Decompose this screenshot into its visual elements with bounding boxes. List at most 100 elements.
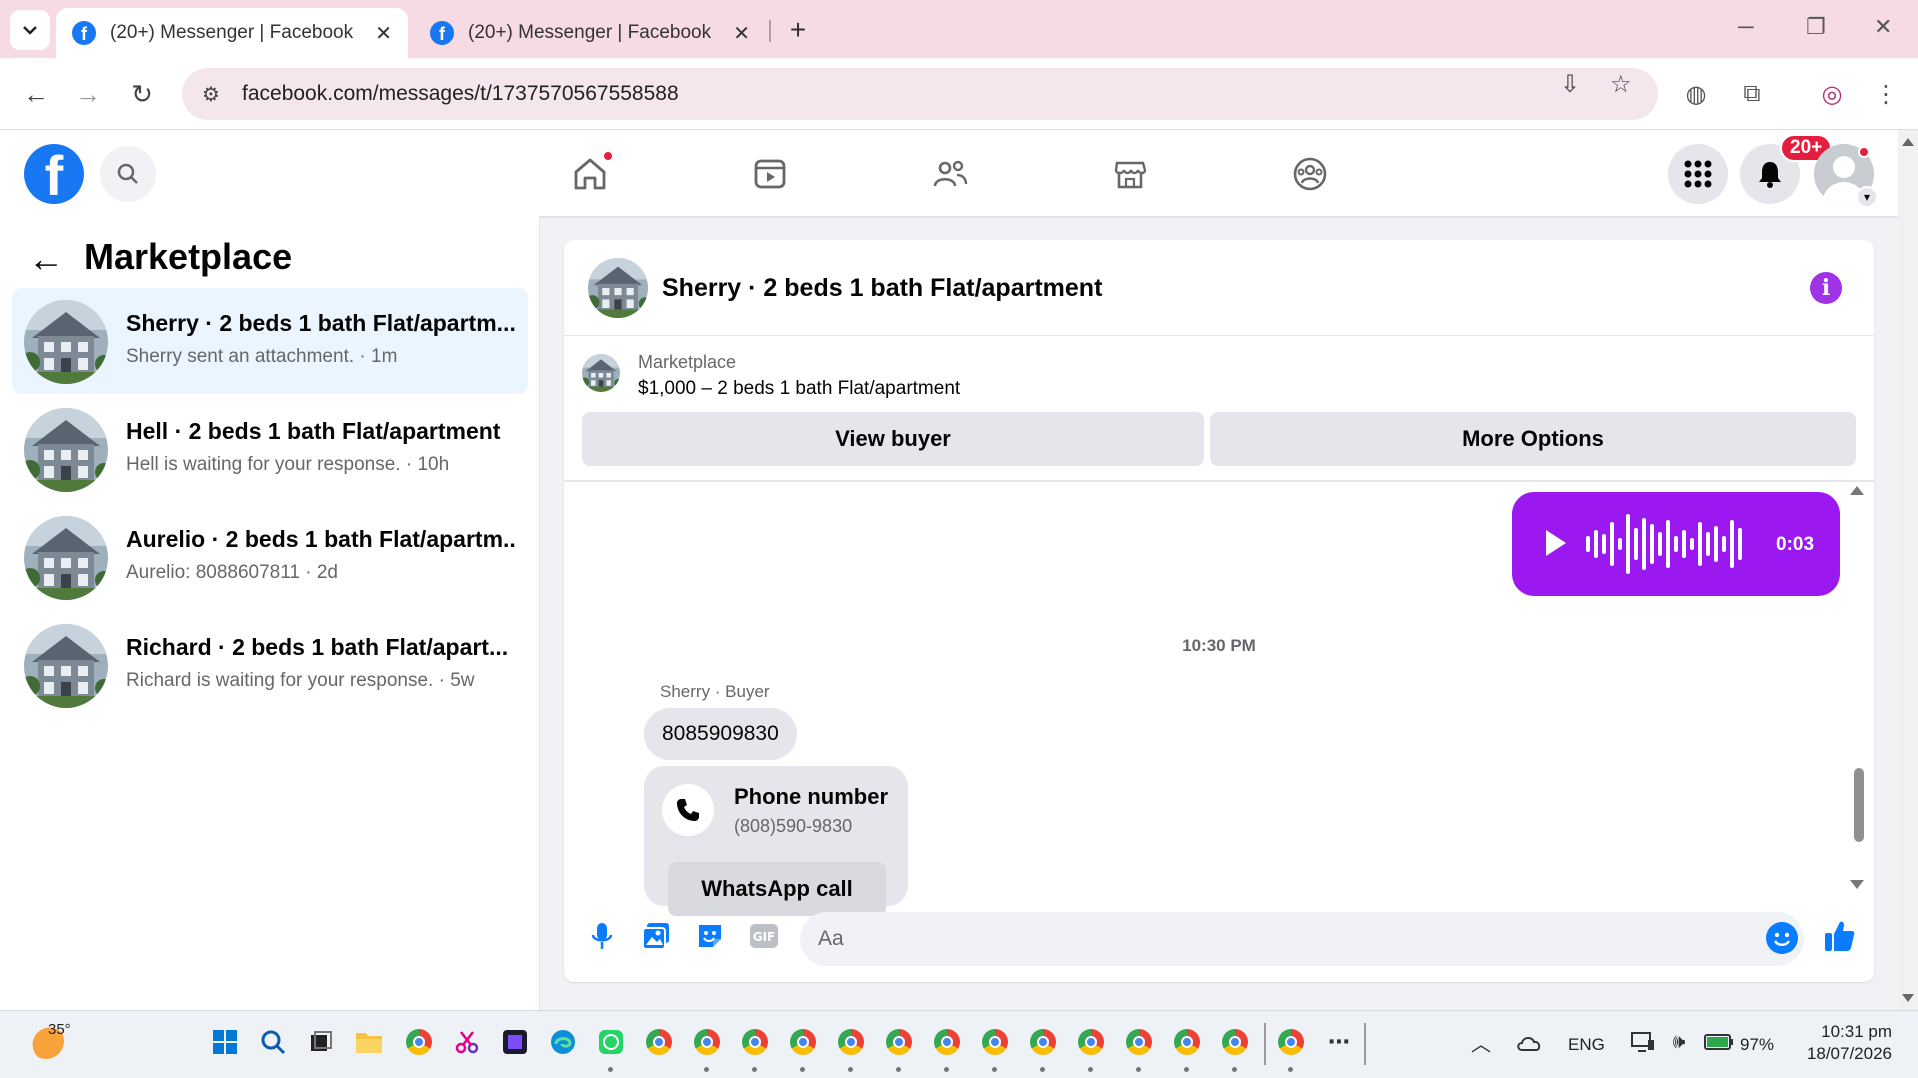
play-icon[interactable] xyxy=(1546,530,1566,556)
app-icon-purple[interactable] xyxy=(500,1027,530,1057)
snipping-tool-icon[interactable] xyxy=(452,1027,482,1057)
chevron-up-icon[interactable]: ︿ xyxy=(1466,1027,1496,1057)
nav-friends[interactable] xyxy=(922,148,978,200)
nav-groups[interactable] xyxy=(1282,148,1338,200)
forward-icon[interactable]: → xyxy=(68,74,108,114)
chrome-profile-icon[interactable] xyxy=(884,1027,914,1072)
kebab-menu-icon[interactable]: ⋮ xyxy=(1866,74,1906,114)
browser-tab-active[interactable]: f (20+) Messenger | Facebook ✕ xyxy=(56,8,408,58)
message-composer: GIF xyxy=(564,896,1874,982)
message-bubble[interactable]: 8085909830 xyxy=(644,708,797,760)
globe-icon[interactable]: ◍ xyxy=(1676,74,1716,114)
profile-icon[interactable]: ◎ xyxy=(1812,74,1852,114)
running-indicator xyxy=(1184,1067,1189,1072)
chrome-profile-icon[interactable] xyxy=(740,1027,770,1072)
view-buyer-button[interactable]: View buyer xyxy=(582,412,1204,466)
battery-icon[interactable] xyxy=(1704,1027,1734,1057)
nav-marketplace[interactable] xyxy=(1102,148,1158,200)
search-button[interactable] xyxy=(100,146,156,202)
chrome-profile-icon[interactable] xyxy=(788,1027,818,1072)
sticker-icon[interactable] xyxy=(690,916,730,956)
more-apps-icon[interactable]: ⋯ xyxy=(1324,1027,1354,1057)
phone-number-card: Phone number (808)590-9830 WhatsApp call xyxy=(644,766,908,916)
language-indicator[interactable]: ENG xyxy=(1568,1035,1605,1055)
conversation-item[interactable]: Richard · 2 beds 1 bath Flat/apart... Ri… xyxy=(12,612,528,718)
thumbs-up-icon[interactable] xyxy=(1820,916,1860,956)
chrome-profile-icon[interactable] xyxy=(1172,1027,1202,1072)
close-icon[interactable]: ✕ xyxy=(375,21,392,46)
scroll-down-arrow[interactable] xyxy=(1850,880,1864,889)
scroll-up-arrow[interactable] xyxy=(1902,138,1914,146)
start-menu-icon[interactable] xyxy=(210,1027,240,1057)
chevron-down-icon[interactable]: ▾ xyxy=(1856,186,1878,208)
chrome-profile-icon[interactable] xyxy=(932,1027,962,1072)
message-scrollbar-thumb[interactable] xyxy=(1854,768,1864,842)
photo-icon[interactable] xyxy=(636,916,676,956)
gif-icon[interactable]: GIF xyxy=(744,916,784,956)
tab-search-button[interactable] xyxy=(10,10,50,50)
site-settings-icon[interactable]: ⚙ xyxy=(196,79,226,109)
listing-item[interactable]: $1,000 – 2 beds 1 bath Flat/apartment xyxy=(638,378,960,400)
chat-panel: Sherry · 2 beds 1 bath Flat/apartment i … xyxy=(564,240,1874,982)
browser-tab-inactive[interactable]: f (20+) Messenger | Facebook ✕ xyxy=(414,8,766,58)
scroll-down-arrow[interactable] xyxy=(1902,994,1914,1002)
install-app-icon[interactable]: ⇩ xyxy=(1560,70,1580,99)
voice-message[interactable]: 0:03 xyxy=(1512,492,1840,596)
chrome-app-icon[interactable] xyxy=(644,1027,674,1057)
menu-button[interactable] xyxy=(1668,144,1728,204)
video-icon xyxy=(754,159,786,189)
chrome-profile-icon[interactable] xyxy=(836,1027,866,1072)
address-bar[interactable]: ⚙ facebook.com/messages/t/17375705675585… xyxy=(182,68,1658,120)
volume-icon[interactable]: 🕪 xyxy=(1664,1027,1694,1057)
running-indicator xyxy=(992,1067,997,1072)
facebook-logo-icon[interactable]: f xyxy=(24,144,84,204)
message-input[interactable] xyxy=(800,912,1804,966)
scroll-up-arrow[interactable] xyxy=(1850,486,1864,495)
conversation-item[interactable]: Sherry · 2 beds 1 bath Flat/apartm... Sh… xyxy=(12,288,528,394)
conversation-item[interactable]: Hell · 2 beds 1 bath Flat/apartment Hell… xyxy=(12,396,528,502)
tab-separator xyxy=(769,20,771,42)
info-icon[interactable]: i xyxy=(1810,272,1842,304)
extensions-icon[interactable]: ⧉ xyxy=(1732,74,1772,114)
chrome-profile-icon[interactable] xyxy=(1028,1027,1058,1072)
conversation-item[interactable]: Aurelio · 2 beds 1 bath Flat/apartm... A… xyxy=(12,504,528,610)
windows-taskbar: 35° ⋯ ︿ ENG 🕪 97% 10:31 pm 18/07/2026 xyxy=(0,1010,1918,1078)
minimize-icon[interactable]: ─ xyxy=(1738,14,1754,40)
system-clock[interactable]: 10:31 pm 18/07/2026 xyxy=(1796,1021,1892,1065)
task-view-icon[interactable] xyxy=(306,1027,336,1057)
restore-icon[interactable]: ❐ xyxy=(1806,14,1826,40)
network-icon[interactable] xyxy=(1628,1027,1658,1057)
chat-title[interactable]: Sherry · 2 beds 1 bath Flat/apartment xyxy=(662,274,1102,303)
facebook-favicon-icon: f xyxy=(72,21,96,45)
new-tab-button[interactable]: + xyxy=(780,12,816,48)
window-close-icon[interactable]: ✕ xyxy=(1874,14,1892,40)
chrome-icon xyxy=(406,1029,432,1055)
chrome-icon xyxy=(1078,1029,1104,1055)
onedrive-cloud-icon[interactable] xyxy=(1514,1027,1544,1057)
chrome-profile-icon[interactable] xyxy=(1220,1027,1250,1072)
more-options-button[interactable]: More Options xyxy=(1210,412,1856,466)
chrome-app-icon[interactable] xyxy=(404,1027,434,1057)
chrome-profile-icon[interactable] xyxy=(692,1027,722,1072)
taskbar-search-icon[interactable] xyxy=(258,1027,288,1057)
reload-icon[interactable]: ↻ xyxy=(122,74,162,114)
chrome-profile-icon[interactable] xyxy=(1076,1027,1106,1072)
nav-video[interactable] xyxy=(742,148,798,200)
listing-thumbnail[interactable] xyxy=(588,258,648,318)
file-explorer-icon[interactable] xyxy=(354,1027,384,1057)
edge-icon[interactable] xyxy=(548,1027,578,1057)
page-scrollbar[interactable] xyxy=(1898,130,1918,1010)
close-icon[interactable]: ✕ xyxy=(733,21,750,46)
chrome-profile-icon[interactable] xyxy=(1124,1027,1154,1072)
emoji-icon[interactable] xyxy=(1766,922,1798,954)
message-list[interactable]: 0:03 10:30 PM Sherry · Buyer 8085909830 … xyxy=(564,482,1874,916)
chrome-profile-icon[interactable] xyxy=(980,1027,1010,1072)
bookmark-star-icon[interactable]: ☆ xyxy=(1610,70,1632,99)
chrome-profile-icon[interactable] xyxy=(1276,1027,1306,1072)
microphone-icon[interactable] xyxy=(582,916,622,956)
back-arrow-icon[interactable]: ← xyxy=(28,238,64,280)
conversation-title: Hell · 2 beds 1 bath Flat/apartment xyxy=(126,418,501,444)
whatsapp-icon[interactable] xyxy=(596,1027,626,1072)
nav-home[interactable] xyxy=(562,148,618,200)
back-icon[interactable]: ← xyxy=(16,74,56,114)
